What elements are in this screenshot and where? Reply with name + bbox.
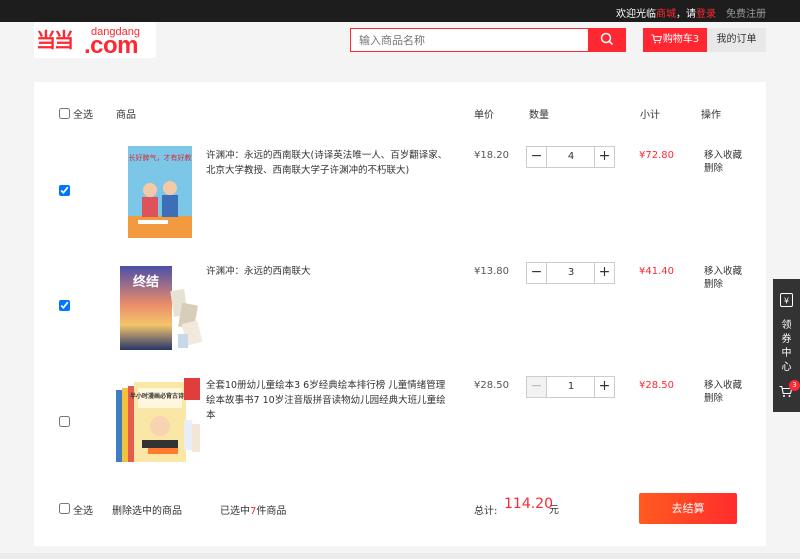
welcome-text: 欢迎光临 [616, 9, 656, 20]
cart-item-row: 半小时漫画必背古诗词 全套10册幼儿童绘本3 6岁经典绘本排行榜 儿童情绪管理绘… [34, 376, 766, 476]
book-cover-title: 家长好脾气，才有好教育 [128, 153, 192, 162]
my-orders-button[interactable]: 我的订单 [707, 28, 766, 52]
item-subtotal: ¥41.40 [639, 266, 674, 277]
search-button[interactable] [588, 28, 626, 52]
move-to-favorites-link[interactable]: 移入收藏 [704, 265, 742, 278]
search-icon [600, 32, 614, 45]
cart-panel: 全选 商品 单价 数量 小计 操作 家长好脾气，才有好教育 许渊冲：永远的西南联… [34, 82, 766, 546]
total-label: 总计: [474, 506, 498, 517]
delete-link[interactable]: 删除 [704, 278, 742, 291]
decrease-button[interactable]: − [527, 263, 547, 283]
cart-footer: 全选 删除选中的商品 已选中7件商品 总计: 114.20 元 去结算 [34, 492, 766, 526]
item-checkbox[interactable] [59, 300, 70, 311]
logo-wordmark-big: .com [84, 32, 139, 59]
selected-suffix: 件商品 [256, 506, 287, 517]
quantity-stepper: − 3 + [526, 262, 615, 284]
column-price: 单价 [474, 110, 494, 121]
item-title[interactable]: 全套10册幼儿童绘本3 6岁经典绘本排行榜 儿童情绪管理绘本故事书7 10岁注音… [206, 378, 450, 423]
item-operations: 移入收藏 删除 [704, 265, 742, 291]
cart-icon [651, 34, 662, 44]
select-all-label-top: 全选 [73, 110, 93, 121]
book-cover-image: 半小时漫画必背古诗词 [116, 378, 200, 462]
coupon-icon[interactable]: ¥ [780, 293, 793, 307]
logo-mark: 当当 [36, 28, 74, 52]
total-amount: 114.20 [504, 496, 553, 512]
quantity-stepper: − 4 + [526, 146, 615, 168]
select-all-label-bottom: 全选 [73, 506, 93, 517]
item-title[interactable]: 许渊冲：永远的西南联大(诗译英法唯一人、百岁翻译家、北京大学教授、西南联大学子许… [206, 148, 450, 178]
sidebar-cart-badge: 3 [789, 380, 800, 391]
column-quantity: 数量 [529, 110, 549, 121]
total-currency: 元 [549, 505, 559, 516]
cart-button-label: 购物车3 [662, 34, 700, 45]
book-cover-title: 半小时漫画必背古诗词 [130, 392, 190, 400]
book-cover-image: 终结 [120, 266, 203, 350]
delete-selected-button[interactable]: 删除选中的商品 [112, 502, 182, 517]
item-operations: 移入收藏 删除 [704, 149, 742, 175]
column-operations: 操作 [701, 110, 721, 121]
cart-item-row: 终结 许渊冲：永远的西南联大 ¥13.80 − 3 + ¥41.40 移入收藏 … [34, 262, 766, 352]
delete-link[interactable]: 删除 [704, 392, 742, 405]
move-to-favorites-link[interactable]: 移入收藏 [704, 379, 742, 392]
checkout-button[interactable]: 去结算 [639, 493, 737, 524]
quantity-input[interactable]: 3 [548, 263, 594, 283]
move-to-favorites-link[interactable]: 移入收藏 [704, 149, 742, 162]
select-all-checkbox-top[interactable] [59, 108, 70, 119]
book-cover-title: 终结 [133, 274, 159, 290]
item-price: ¥28.50 [474, 380, 509, 391]
cart-item-row: 家长好脾气，才有好教育 许渊冲：永远的西南联大(诗译英法唯一人、百岁翻译家、北京… [34, 146, 766, 246]
item-title[interactable]: 许渊冲：永远的西南联大 [206, 264, 450, 279]
quantity-input[interactable]: 1 [548, 377, 594, 397]
right-sidebar: ¥ 领券中心 3 [773, 279, 800, 412]
column-product: 商品 [116, 110, 136, 121]
item-checkbox[interactable] [59, 185, 70, 196]
increase-button[interactable]: + [594, 147, 614, 167]
item-price: ¥18.20 [474, 150, 509, 161]
column-subtotal: 小计 [640, 110, 660, 121]
item-subtotal: ¥28.50 [639, 380, 674, 391]
mall-link[interactable]: 商城 [656, 9, 676, 20]
item-subtotal: ¥72.80 [639, 150, 674, 161]
coupon-center-link[interactable]: 领券中心 [780, 319, 793, 375]
decrease-button[interactable]: − [527, 377, 547, 397]
please-text: ，请 [676, 9, 696, 20]
search-input[interactable] [350, 28, 588, 52]
increase-button[interactable]: + [594, 263, 614, 283]
register-link[interactable]: 免费注册 [726, 9, 766, 20]
item-price: ¥13.80 [474, 266, 509, 277]
delete-link[interactable]: 删除 [704, 162, 742, 175]
cart-button[interactable]: 购物车3 [643, 28, 707, 52]
select-all-checkbox-bottom[interactable] [59, 503, 70, 514]
login-link[interactable]: 登录 [696, 9, 716, 20]
book-cover-image: 家长好脾气，才有好教育 [128, 146, 192, 238]
cart-table-header: 全选 商品 单价 数量 小计 操作 [34, 106, 766, 122]
decrease-button[interactable]: − [527, 147, 547, 167]
increase-button[interactable]: + [594, 377, 614, 397]
quantity-input[interactable]: 4 [548, 147, 594, 167]
top-bar: 欢迎光临商城，请登录 免费注册 [0, 0, 800, 22]
dangdang-logo[interactable]: 当当 dangdang .com [34, 22, 156, 58]
header: 当当 dangdang .com 购物车3 我的订单 [0, 22, 800, 66]
page-bottom-strip [0, 553, 800, 559]
selected-count-text: 已选中7件商品 [220, 502, 286, 517]
svg-text:¥: ¥ [784, 297, 789, 306]
item-checkbox[interactable] [59, 416, 70, 427]
selected-prefix: 已选中 [220, 506, 250, 517]
item-operations: 移入收藏 删除 [704, 379, 742, 405]
quantity-stepper: − 1 + [526, 376, 615, 398]
top-bar-links: 欢迎光临商城，请登录 免费注册 [616, 5, 766, 20]
